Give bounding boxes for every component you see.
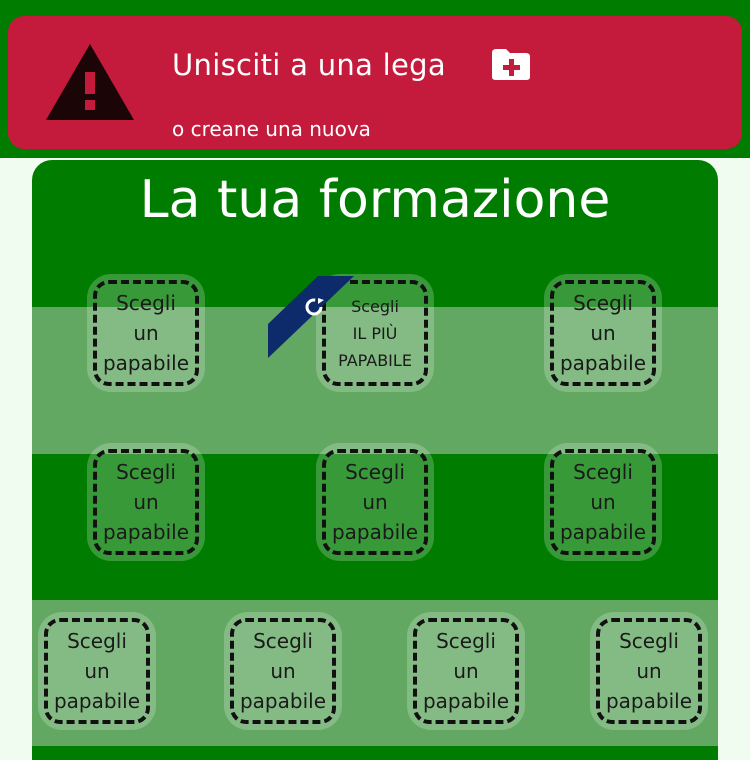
- create-league-subtitle[interactable]: o creane una nuova: [172, 117, 371, 141]
- slot-label: un: [590, 490, 616, 514]
- slot-label: un: [270, 659, 296, 683]
- slot-label: Scegli: [619, 629, 679, 653]
- slot-label: un: [84, 659, 110, 683]
- slot-label: Scegli: [351, 296, 399, 316]
- slot-label: papabile: [239, 689, 326, 713]
- slot-label: un: [133, 490, 159, 514]
- player-slot[interactable]: Scegli un papabile: [87, 274, 205, 392]
- slot-label: papabile: [559, 351, 646, 375]
- player-slot[interactable]: Scegli un papabile: [407, 612, 525, 730]
- slot-label: papabile: [53, 689, 140, 713]
- slot-label: IL PIÙ: [352, 323, 398, 343]
- player-slot[interactable]: Scegli un papabile: [590, 612, 708, 730]
- slot-label: papabile: [102, 351, 189, 375]
- slot-label: un: [133, 321, 159, 345]
- slot-label: Scegli: [253, 629, 313, 653]
- formation-pitch: La tua formazione Scegli un papabile Sce…: [32, 160, 718, 760]
- slot-label: papabile: [102, 520, 189, 544]
- player-slot[interactable]: Scegli un papabile: [544, 443, 662, 561]
- slot-label: Scegli: [116, 460, 176, 484]
- slot-label: Scegli: [436, 629, 496, 653]
- formation-title: La tua formazione: [139, 170, 611, 230]
- player-slot[interactable]: Scegli un papabile: [38, 612, 156, 730]
- folder-plus-icon[interactable]: [490, 47, 532, 81]
- slot-label: un: [453, 659, 479, 683]
- player-slot[interactable]: Scegli un papabile: [544, 274, 662, 392]
- player-slot[interactable]: Scegli un papabile: [87, 443, 205, 561]
- slot-label: Scegli: [116, 291, 176, 315]
- slot-label: Scegli: [573, 291, 633, 315]
- slot-label: papabile: [422, 689, 509, 713]
- slot-label: un: [636, 659, 662, 683]
- join-league-banner[interactable]: Unisciti a una lega o creane una nuova: [8, 16, 742, 149]
- slot-label: un: [590, 321, 616, 345]
- slot-label: Scegli: [67, 629, 127, 653]
- slot-label: papabile: [605, 689, 692, 713]
- slot-label: Scegli: [573, 460, 633, 484]
- player-slot[interactable]: Scegli un papabile: [316, 443, 434, 561]
- player-slot[interactable]: Scegli un papabile: [224, 612, 342, 730]
- pitch-bottom-band: [32, 746, 718, 760]
- captain-ribbon[interactable]: [268, 276, 358, 358]
- slot-label: un: [362, 490, 388, 514]
- slot-label: Scegli: [345, 460, 405, 484]
- warning-triangle-icon: [44, 42, 136, 122]
- slot-label: papabile: [559, 520, 646, 544]
- slot-label: papabile: [331, 520, 418, 544]
- join-league-title[interactable]: Unisciti a una lega: [172, 48, 446, 82]
